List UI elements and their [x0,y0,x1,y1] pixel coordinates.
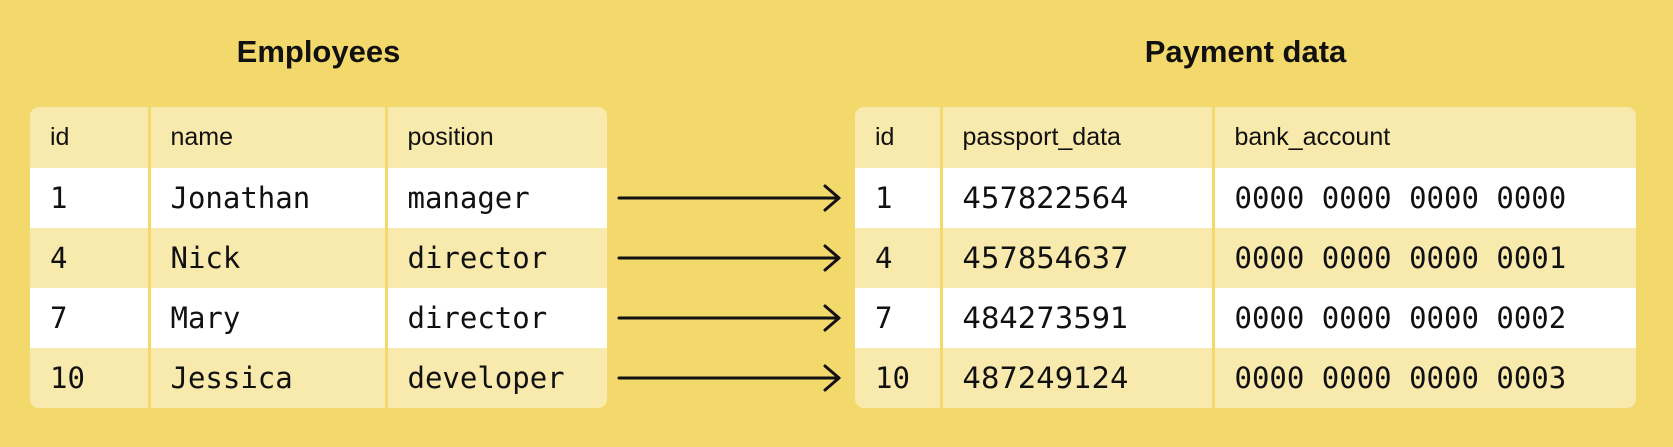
employee-position-cell: director [384,228,607,288]
employee-position-cell: manager [384,168,607,228]
arrow-icon [617,184,841,212]
employee-position-cell: director [384,288,607,348]
employee-name-cell: Mary [147,288,386,348]
employees-col-position: position [384,107,607,168]
payment-row: 1 457822564 0000 0000 0000 0000 [855,168,1636,228]
passport-data-cell: 487249124 [939,348,1213,408]
payment-data-title: Payment data [1144,34,1347,69]
arrow-icon [617,244,841,272]
employees-table: id name position 1 Jonathan manager 4 Ni… [30,107,607,408]
employees-row: 4 Nick director [30,228,607,288]
arrow-icon [617,364,841,392]
employees-row: 1 Jonathan manager [30,168,607,228]
employee-id-cell: 1 [30,168,149,228]
payment-id-cell: 7 [855,288,941,348]
bank-account-cell: 0000 0000 0000 0000 [1211,168,1636,228]
payment-id-cell: 4 [855,228,941,288]
payment-col-bank-account: bank_account [1211,107,1636,168]
payment-col-passport-data: passport_data [939,107,1213,168]
bank-account-cell: 0000 0000 0000 0003 [1211,348,1636,408]
payment-id-cell: 1 [855,168,941,228]
payment-data-table: id passport_data bank_account 1 45782256… [855,107,1636,408]
employee-id-cell: 7 [30,288,149,348]
payment-row: 10 487249124 0000 0000 0000 0003 [855,348,1636,408]
payment-row: 4 457854637 0000 0000 0000 0001 [855,228,1636,288]
payment-header-row: id passport_data bank_account [855,107,1636,168]
passport-data-cell: 457854637 [939,228,1213,288]
employees-row: 7 Mary director [30,288,607,348]
arrow-icon [617,304,841,332]
payment-id-cell: 10 [855,348,941,408]
employee-name-cell: Nick [147,228,386,288]
employees-title: Employees [236,34,401,69]
employee-name-cell: Jonathan [147,168,386,228]
employee-id-cell: 10 [30,348,149,408]
employee-name-cell: Jessica [147,348,386,408]
employees-header-row: id name position [30,107,607,168]
bank-account-cell: 0000 0000 0000 0002 [1211,288,1636,348]
passport-data-cell: 484273591 [939,288,1213,348]
bank-account-cell: 0000 0000 0000 0001 [1211,228,1636,288]
employee-position-cell: developer [384,348,607,408]
relation-arrows [617,184,841,392]
employees-col-name: name [147,107,386,168]
payment-col-id: id [855,107,941,168]
passport-data-cell: 457822564 [939,168,1213,228]
payment-row: 7 484273591 0000 0000 0000 0002 [855,288,1636,348]
employees-col-id: id [30,107,149,168]
employees-row: 10 Jessica developer [30,348,607,408]
employee-id-cell: 4 [30,228,149,288]
